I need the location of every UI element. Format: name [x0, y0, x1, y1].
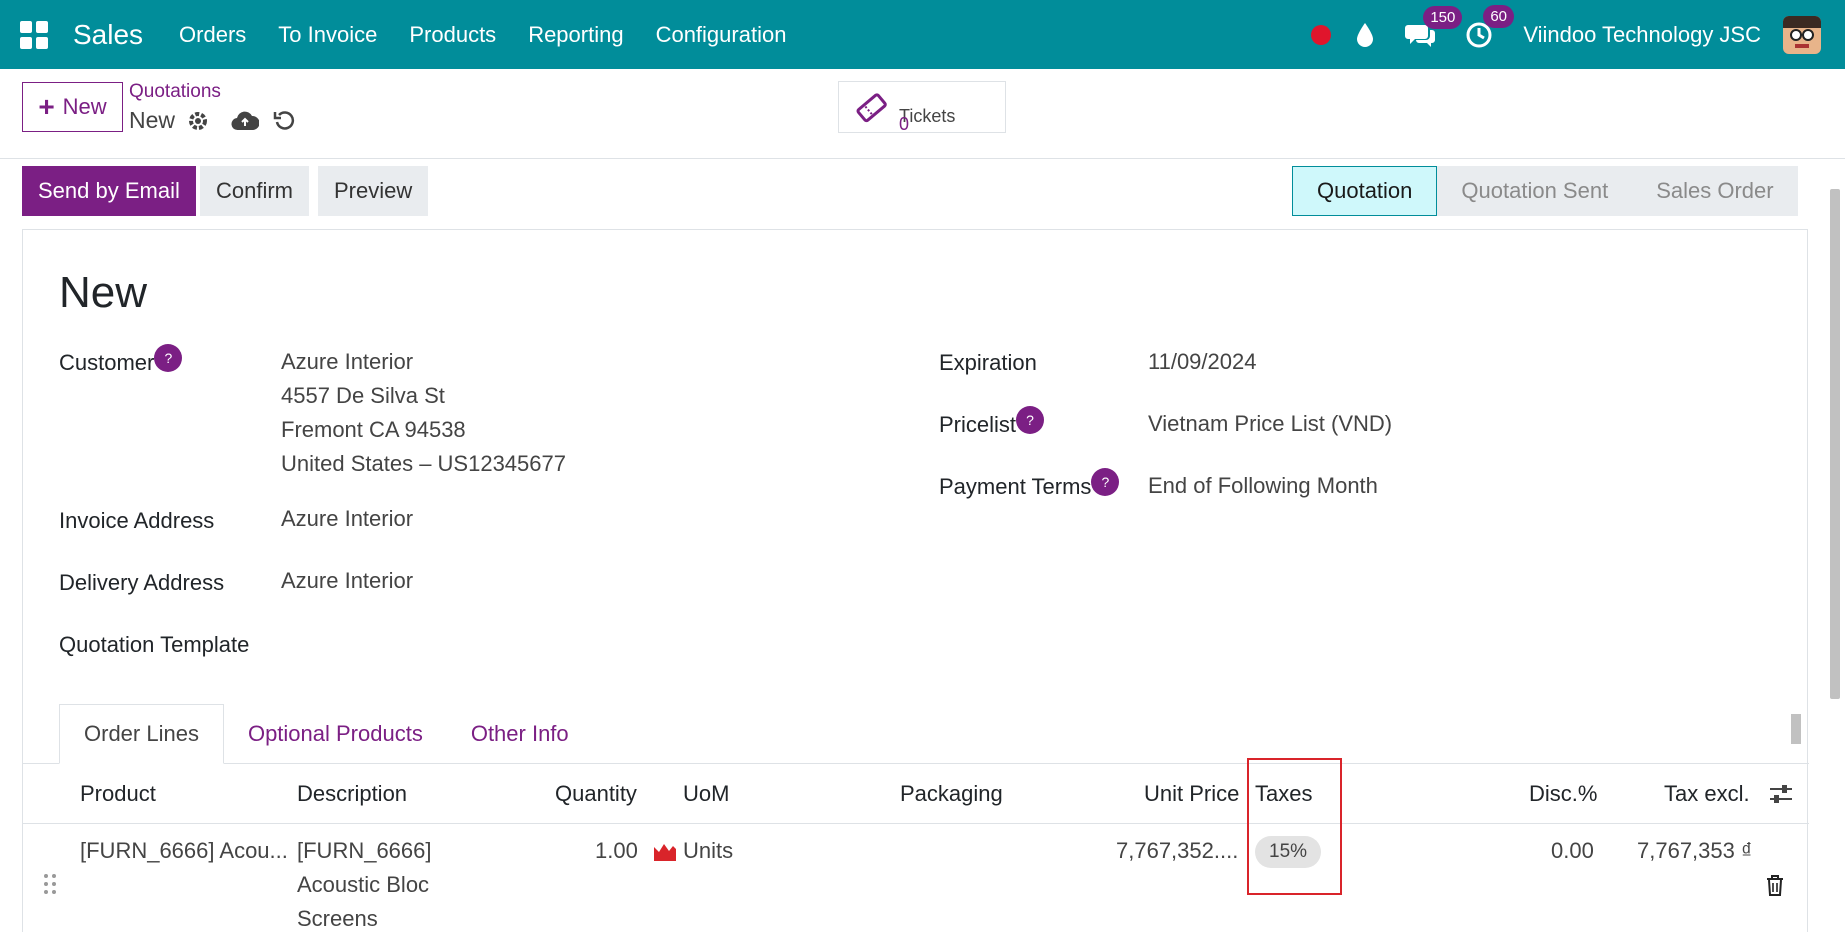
page-scrollbar[interactable]: [1829, 169, 1841, 932]
apps-icon[interactable]: [20, 20, 48, 49]
inner-scrollbar[interactable]: [1789, 700, 1803, 760]
record-name-text: New: [129, 107, 176, 133]
tab-optional-products[interactable]: Optional Products: [224, 704, 447, 764]
tickets-smart-button[interactable]: Tickets 0: [838, 81, 1006, 134]
breadcrumb[interactable]: Quotations: [129, 81, 221, 103]
pricelist-label-text: Pricelist: [939, 412, 1017, 437]
send-by-email-button[interactable]: Send by Email: [22, 166, 196, 216]
chat-badge: 150: [1423, 5, 1463, 29]
new-button[interactable]: + New: [22, 82, 123, 132]
delivery-address-label: Delivery Address: [59, 570, 225, 595]
forecast-chart-icon[interactable]: [653, 841, 677, 861]
confirm-button[interactable]: Confirm: [200, 166, 310, 216]
menu-orders[interactable]: Orders: [179, 22, 246, 48]
description-line: [FURN_6666]: [297, 838, 432, 863]
customer-city: Fremont CA 94538: [281, 417, 466, 442]
customer-field[interactable]: Azure Interior 4557 De Silva St Fremont …: [281, 345, 566, 481]
company-switcher[interactable]: Viindoo Technology JSC: [1523, 22, 1761, 48]
uom-value: Units: [683, 838, 734, 863]
tab-other-info[interactable]: Other Info: [447, 704, 593, 764]
drag-handle-icon[interactable]: [42, 872, 58, 906]
col-tax-excl[interactable]: Tax excl.: [1664, 764, 1750, 824]
row-description[interactable]: [FURN_6666] Acoustic Bloc Screens: [297, 834, 432, 932]
chat-icon[interactable]: 150: [1405, 5, 1463, 48]
help-icon[interactable]: ?: [154, 344, 183, 372]
row-tax-excl: 7,767,353 ₫: [1637, 838, 1753, 863]
invoice-address-field[interactable]: Azure Interior: [281, 502, 413, 536]
order-lines-header: Product Description Quantity UoM Packagi…: [23, 764, 1809, 824]
stage-pipeline: Quotation Quotation Sent Sales Order: [1292, 166, 1798, 216]
col-discount[interactable]: Disc.%: [1529, 764, 1597, 824]
row-product[interactable]: [FURN_6666] Acou...: [80, 834, 288, 868]
form-sheet: New Customer? Azure Interior 4557 De Sil…: [22, 229, 1809, 932]
record-name: New: [129, 107, 297, 134]
tickets-count: 0: [899, 114, 910, 134]
help-icon[interactable]: ?: [1091, 468, 1120, 496]
app-brand[interactable]: Sales: [73, 19, 143, 51]
row-discount[interactable]: 0.00: [1551, 834, 1594, 868]
new-button-label: New: [62, 94, 107, 119]
stage-sales-order[interactable]: Sales Order: [1632, 166, 1798, 216]
payment-terms-label: Payment Terms?: [939, 468, 1120, 502]
trash-icon[interactable]: [1765, 872, 1785, 906]
col-uom[interactable]: UoM: [683, 764, 729, 824]
activity-badge: 60: [1483, 4, 1514, 28]
gear-icon[interactable]: [187, 110, 209, 132]
control-panel: + New Quotations New Tickets 0: [0, 69, 1845, 159]
help-icon[interactable]: ?: [1016, 406, 1045, 434]
tab-order-lines[interactable]: Order Lines: [59, 704, 224, 764]
col-description[interactable]: Description: [297, 764, 407, 824]
payment-terms-field[interactable]: End of Following Month: [1148, 469, 1378, 503]
top-navbar: Sales Orders To Invoice Products Reporti…: [0, 0, 1845, 69]
menu-configuration[interactable]: Configuration: [656, 22, 787, 48]
preview-button[interactable]: Preview: [318, 166, 429, 216]
ticket-icon: [856, 93, 887, 123]
discard-icon[interactable]: [273, 109, 297, 133]
stage-quotation-sent[interactable]: Quotation Sent: [1437, 166, 1633, 216]
status-bar: Send by Email Confirm Preview Quotation …: [0, 159, 1845, 229]
avatar[interactable]: [1783, 15, 1821, 54]
page-title: New: [59, 268, 148, 317]
payment-terms-label-text: Payment Terms: [939, 474, 1092, 499]
row-unit-price[interactable]: 7,767,352....: [1116, 834, 1238, 868]
record-dot-icon[interactable]: [1311, 24, 1332, 45]
pricelist-field[interactable]: Vietnam Price List (VND): [1148, 407, 1392, 441]
col-unit-price[interactable]: Unit Price: [1144, 764, 1239, 824]
drop-icon[interactable]: [1355, 22, 1375, 48]
row-uom[interactable]: Units: [653, 834, 733, 868]
menu-to-invoice[interactable]: To Invoice: [278, 22, 377, 48]
col-quantity[interactable]: Quantity: [555, 764, 637, 824]
description-line: Screens: [297, 906, 378, 931]
menu-products[interactable]: Products: [409, 22, 496, 48]
cloud-upload-icon[interactable]: [231, 110, 260, 132]
invoice-address-label: Invoice Address: [59, 508, 215, 533]
customer-name: Azure Interior: [281, 349, 414, 374]
quotation-template-label: Quotation Template: [59, 632, 250, 657]
col-packaging[interactable]: Packaging: [900, 764, 1003, 824]
delivery-address-field[interactable]: Azure Interior: [281, 564, 413, 598]
plus-icon: +: [38, 91, 55, 122]
pricelist-label: Pricelist?: [939, 406, 1045, 440]
taxes-highlight-box: [1247, 758, 1342, 895]
expiration-label: Expiration: [939, 350, 1037, 375]
notebook-tabs: Order Lines Optional Products Other Info: [59, 704, 593, 764]
customer-street: 4557 De Silva St: [281, 383, 445, 408]
column-settings-icon[interactable]: [1769, 764, 1793, 824]
stage-quotation[interactable]: Quotation: [1292, 166, 1438, 216]
description-line: Acoustic Bloc: [297, 872, 430, 897]
row-quantity[interactable]: 1.00: [595, 834, 638, 868]
clock-icon[interactable]: 60: [1465, 4, 1514, 49]
expiration-field[interactable]: 11/09/2024: [1148, 345, 1256, 379]
customer-label-text: Customer: [59, 350, 155, 375]
customer-country: United States – US12345677: [281, 451, 566, 476]
col-product[interactable]: Product: [80, 764, 156, 824]
customer-label: Customer?: [59, 344, 183, 378]
menu-reporting[interactable]: Reporting: [528, 22, 623, 48]
